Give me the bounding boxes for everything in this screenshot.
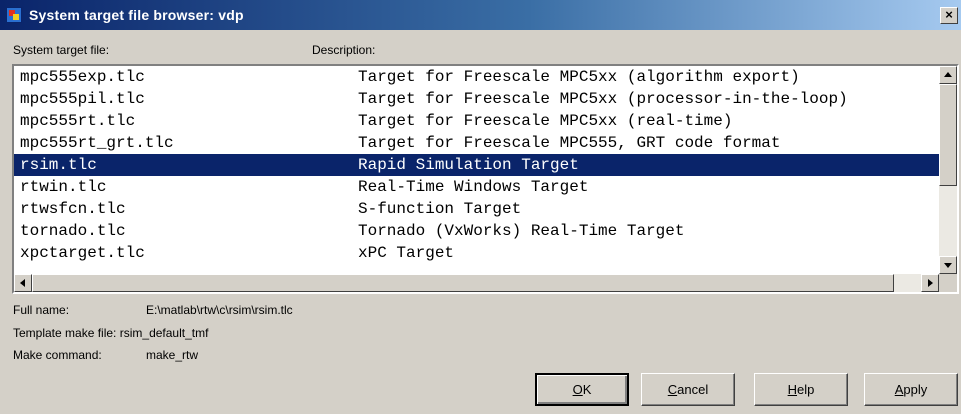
row-file-name: rtwin.tlc: [20, 178, 107, 196]
simulink-app-icon: [6, 7, 22, 23]
row-file-name: mpc555rt.tlc: [20, 112, 136, 130]
scroll-right-icon[interactable]: [921, 274, 939, 292]
row-file-name: mpc555exp.tlc: [20, 68, 145, 86]
row-description: Tornado (VxWorks) Real-Time Target: [358, 222, 685, 240]
title-bar: System target file browser: vdp ×: [0, 0, 961, 30]
column-header-description: Description:: [312, 43, 376, 57]
template-make-file-row: Template make file: rsim_default_tmf: [13, 326, 208, 340]
make-command-label: Make command:: [13, 348, 102, 362]
help-button[interactable]: Help: [754, 373, 848, 406]
list-rows: mpc555exp.tlc Target for Freescale MPC5xx…: [14, 66, 939, 264]
close-button[interactable]: ×: [940, 7, 958, 24]
list-row[interactable]: rtwin.tlc Real-Time Windows Target: [14, 176, 939, 198]
list-row[interactable]: mpc555exp.tlc Target for Freescale MPC5xx…: [14, 66, 939, 88]
full-name-value: E:\matlab\rtw\c\rsim\rsim.tlc: [146, 303, 293, 317]
full-name-row: Full name: E:\matlab\rtw\c\rsim\rsim.tlc: [13, 303, 293, 317]
row-description: S-function Target: [358, 200, 522, 218]
column-header-file: System target file:: [13, 43, 110, 57]
row-description: Rapid Simulation Target: [358, 156, 579, 174]
template-make-file-label: Template make file:: [13, 326, 117, 340]
cancel-button[interactable]: Cancel: [641, 373, 735, 406]
row-description: Target for Freescale MPC5xx (processor-i…: [358, 90, 848, 108]
list-row[interactable]: rsim.tlc Rapid Simulation Target: [14, 154, 939, 176]
list-row[interactable]: rtwsfcn.tlc S-function Target: [14, 198, 939, 220]
template-make-file-value: rsim_default_tmf: [119, 326, 209, 340]
target-file-list[interactable]: mpc555exp.tlc Target for Freescale MPC5xx…: [12, 64, 959, 294]
row-file-name: rsim.tlc: [20, 156, 97, 174]
scroll-down-icon[interactable]: [939, 256, 957, 274]
window-title: System target file browser: vdp: [29, 7, 244, 23]
row-description: Target for Freescale MPC555, GRT code fo…: [358, 134, 781, 152]
list-row[interactable]: mpc555rt.tlc Target for Freescale MPC5xx …: [14, 110, 939, 132]
list-row[interactable]: xpctarget.tlc xPC Target: [14, 242, 939, 264]
full-name-label: Full name:: [13, 303, 70, 317]
row-description: Target for Freescale MPC5xx (algorithm e…: [358, 68, 800, 86]
list-row[interactable]: mpc555pil.tlc Target for Freescale MPC5xx…: [14, 88, 939, 110]
ok-button[interactable]: OK: [535, 373, 629, 406]
make-command-row: Make command: make_rtw: [13, 348, 198, 362]
scroll-up-icon[interactable]: [939, 66, 957, 84]
scroll-left-icon[interactable]: [14, 274, 32, 292]
row-file-name: tornado.tlc: [20, 222, 126, 240]
horizontal-scroll-thumb[interactable]: [32, 274, 894, 292]
list-row[interactable]: tornado.tlc Tornado (VxWorks) Real-Time T…: [14, 220, 939, 242]
list-row[interactable]: mpc555rt_grt.tlc Target for Freescale MPC…: [14, 132, 939, 154]
row-description: Real-Time Windows Target: [358, 178, 589, 196]
row-description: xPC Target: [358, 244, 455, 262]
row-file-name: xpctarget.tlc: [20, 244, 145, 262]
scrollbar-corner: [939, 274, 957, 292]
vertical-scroll-thumb[interactable]: [939, 84, 957, 186]
horizontal-scrollbar[interactable]: [14, 274, 939, 292]
make-command-value: make_rtw: [146, 348, 199, 362]
row-file-name: mpc555rt_grt.tlc: [20, 134, 174, 152]
row-description: Target for Freescale MPC5xx (real-time): [358, 112, 733, 130]
vertical-scrollbar[interactable]: [939, 66, 957, 274]
row-file-name: mpc555pil.tlc: [20, 90, 145, 108]
row-file-name: rtwsfcn.tlc: [20, 200, 126, 218]
apply-button[interactable]: Apply: [864, 373, 958, 406]
